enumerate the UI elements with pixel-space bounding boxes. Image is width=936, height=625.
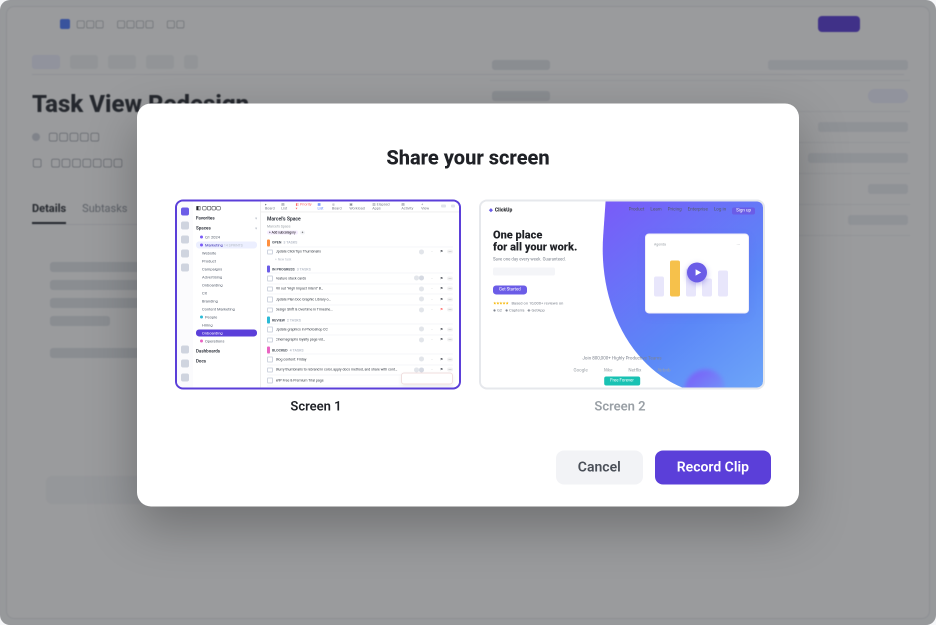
screen-1-thumbnail: ◧ ▢▢▢▢ Favorites▾ Spaces▾ Q1 2024 Market… [175,199,461,389]
play-icon [687,262,707,282]
screen-2-thumbnail: ◆ClickUp Product Learn Pricing Enterpris… [479,199,765,389]
screen-2-label: Screen 2 [479,399,761,414]
cancel-button[interactable]: Cancel [556,450,643,484]
share-screen-dialog: Share your screen ◧ ▢▢▢▢ Favorites▾ Spac… [137,103,799,506]
screen-1-label: Screen 1 [175,399,457,414]
dialog-title: Share your screen [165,145,771,169]
screens-container: ◧ ▢▢▢▢ Favorites▾ Spaces▾ Q1 2024 Market… [165,199,771,414]
email-input [493,267,555,275]
screen-option-1[interactable]: ◧ ▢▢▢▢ Favorites▾ Spaces▾ Q1 2024 Market… [175,199,457,414]
record-clip-button[interactable]: Record Clip [655,450,771,484]
dialog-actions: Cancel Record Clip [165,450,771,484]
screen-option-2[interactable]: ◆ClickUp Product Learn Pricing Enterpris… [479,199,761,414]
